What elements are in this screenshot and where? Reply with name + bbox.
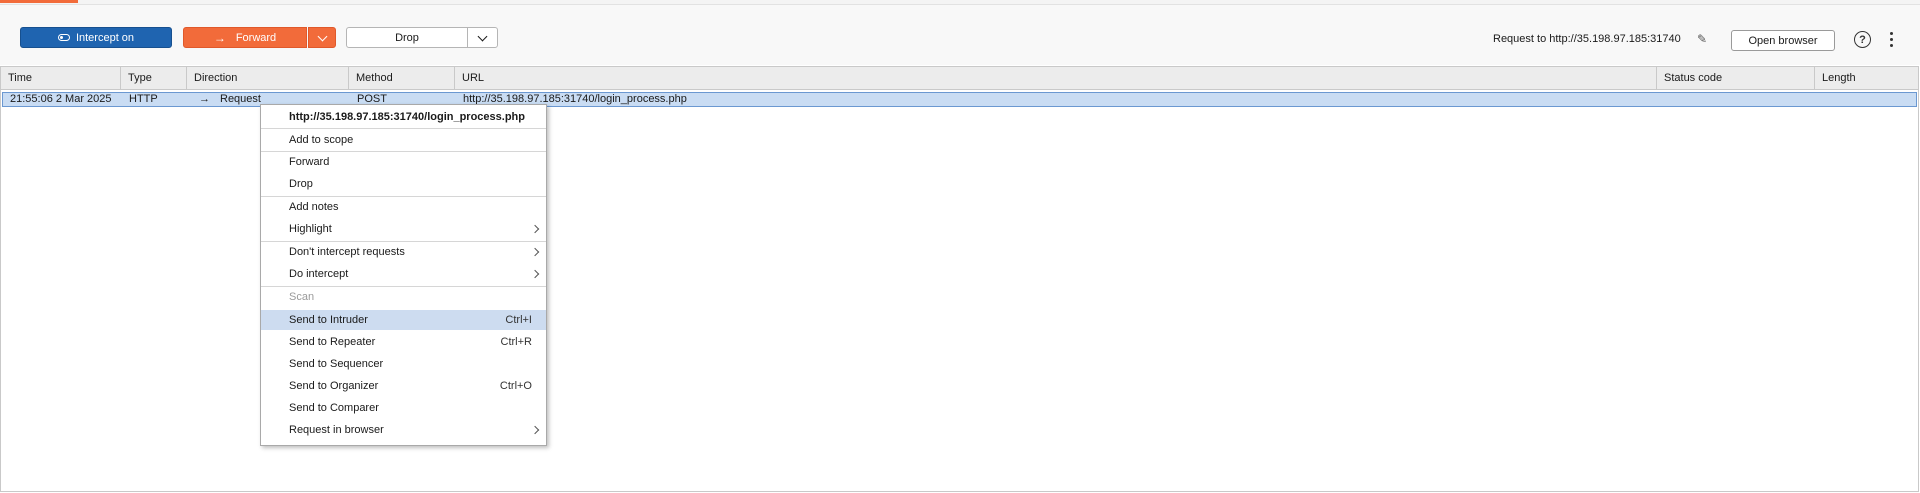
shortcut-label: Ctrl+I [505,314,532,326]
cell-length [1816,93,1916,106]
help-glyph: ? [1859,33,1866,46]
cell-time: 21:55:06 2 Mar 2025 [10,93,112,105]
shortcut-label: Ctrl+R [500,336,532,348]
menu-item-add-notes[interactable]: Add notes [261,197,546,217]
column-header-length[interactable]: Length [1815,67,1918,89]
menu-item-send-to-comparer[interactable]: Send to Comparer [261,398,546,418]
forward-label: Forward [235,31,277,44]
more-options-icon[interactable] [1887,31,1895,48]
chevron-right-icon [530,425,540,435]
menu-item-drop[interactable]: Drop [261,174,546,194]
column-header-time[interactable]: Time [1,67,121,89]
arrow-right-icon: → [213,30,226,45]
chevron-right-icon [530,247,540,257]
cell-url: http://35.198.97.185:31740/login_process… [463,93,687,105]
menu-item-highlight[interactable]: Highlight [261,219,546,239]
menu-item-scan: Scan [289,291,315,303]
column-header-status-code[interactable]: Status code [1657,67,1815,89]
menu-item-forward[interactable]: Forward [261,152,546,172]
cell-type: HTTP [129,93,158,105]
proxy-toolbar: Intercept on → Forward Drop Request to h… [0,5,1920,65]
drop-label: Drop [395,31,419,44]
chevron-right-icon [530,224,540,234]
menu-item-dont-intercept[interactable]: Don't intercept requests [261,242,546,262]
open-browser-button[interactable]: Open browser [1731,30,1835,51]
column-header-url[interactable]: URL [455,67,1657,89]
column-header-method[interactable]: Method [349,67,455,89]
menu-item-send-to-intruder[interactable]: Send to Intruder Ctrl+I [261,310,546,330]
drop-dropdown-button[interactable] [467,27,498,48]
direction-text: Request [220,93,261,105]
menu-header-url: http://35.198.97.185:31740/login_process… [289,111,525,123]
context-menu: http://35.198.97.185:31740/login_process… [260,104,547,446]
open-browser-label: Open browser [1748,34,1818,47]
toggle-icon [57,34,70,41]
cell-status-code [1658,93,1816,106]
chevron-down-icon [477,31,488,41]
intercept-toggle-button[interactable]: Intercept on [20,27,172,48]
menu-separator [261,128,546,129]
menu-item-send-to-sequencer[interactable]: Send to Sequencer [261,354,546,374]
menu-item-add-to-scope[interactable]: Add to scope [261,130,546,150]
menu-item-send-to-organizer[interactable]: Send to Organizer Ctrl+O [261,376,546,396]
help-icon[interactable]: ? [1854,31,1871,48]
table-header: Time Type Direction Method URL Status co… [1,67,1918,90]
column-header-type[interactable]: Type [121,67,187,89]
forward-dropdown-button[interactable] [308,27,336,48]
chevron-right-icon [530,269,540,279]
drop-button[interactable]: Drop [346,27,468,48]
arrow-right-icon: → [199,93,210,105]
request-target-label: Request to http://35.198.97.185:31740 [1493,33,1681,45]
forward-button[interactable]: → Forward [183,27,307,48]
menu-item-send-to-repeater[interactable]: Send to Repeater Ctrl+R [261,332,546,352]
column-header-direction[interactable]: Direction [187,67,349,89]
menu-item-do-intercept[interactable]: Do intercept [261,264,546,284]
chevron-down-icon [317,31,327,41]
edit-pencil-icon[interactable]: ✎ [1697,32,1711,46]
menu-item-request-in-browser[interactable]: Request in browser [261,420,546,440]
intercept-label: Intercept on [75,31,135,44]
shortcut-label: Ctrl+O [499,380,532,392]
active-tab-indicator [0,0,78,3]
